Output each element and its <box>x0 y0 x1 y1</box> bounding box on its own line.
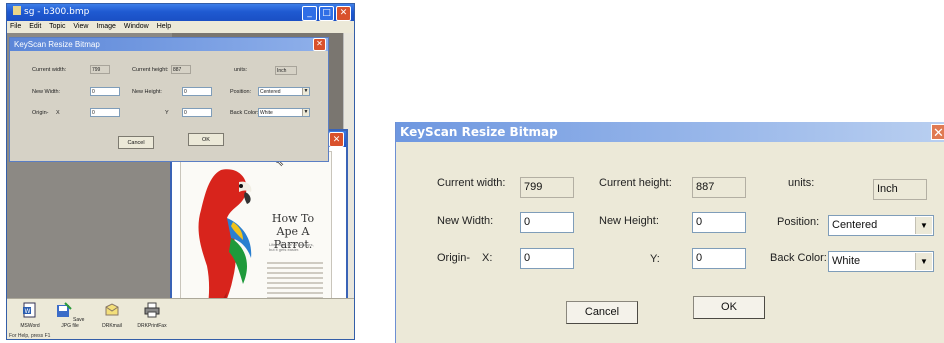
mini-position-label: Position: <box>230 89 252 95</box>
close-icon[interactable]: ✕ <box>336 6 351 21</box>
menu-topic[interactable]: Topic <box>49 23 65 30</box>
mini-resize-dialog: KeyScan Resize Bitmap ✕ Current width: 7… <box>9 37 329 162</box>
menu-window[interactable]: Window <box>124 23 149 30</box>
origin-x-input[interactable]: 0 <box>520 248 574 269</box>
mini-position-value: Centered <box>260 89 281 95</box>
poster-subtitle: Life might be all scissors, but it gets … <box>269 242 314 252</box>
cancel-button[interactable]: Cancel <box>566 301 638 324</box>
mini-new-width-label: New Width: <box>32 89 61 95</box>
position-label: Position: <box>777 216 820 228</box>
back-color-label: Back Color: <box>770 252 827 264</box>
mini-back-color-dropdown-icon[interactable]: ▼ <box>302 109 309 116</box>
mini-new-height-input[interactable]: 0 <box>182 87 212 96</box>
mini-back-color-label: Back Color: <box>230 110 259 116</box>
mini-units-label: units: <box>234 67 248 73</box>
current-width-value: 799 <box>520 177 574 198</box>
mini-dialog-title: KeyScan Resize Bitmap <box>14 40 100 49</box>
units-value: Inch <box>873 179 927 200</box>
position-dropdown-icon[interactable]: ▼ <box>915 217 932 234</box>
app-titlebar: sg - b300.bmp _ □ ✕ <box>7 4 354 21</box>
origin-y-label: Y: <box>650 253 660 265</box>
mini-new-height-label: New Height: <box>132 89 162 95</box>
print-fax-icon <box>144 302 160 318</box>
toolbar-item-drkmail[interactable]: DRKmail <box>95 302 129 329</box>
mini-dialog-close-icon[interactable]: ✕ <box>313 38 326 51</box>
menu-bar: File Edit Topic View Image Window Help <box>7 21 354 33</box>
menu-file[interactable]: File <box>10 23 21 30</box>
mini-current-height-label: Current height: <box>132 67 169 73</box>
mini-position-dropdown-icon[interactable]: ▼ <box>302 88 309 95</box>
mini-origin-label: Origin- <box>32 110 49 116</box>
dialog-close-icon[interactable]: ✕ <box>931 124 944 140</box>
bottom-toolbar: W MSWord Save JPG file DRKmail DRKPrintF… <box>7 298 354 339</box>
position-select[interactable]: Centered ▼ <box>828 215 934 236</box>
mini-current-width-label: Current width: <box>32 67 67 73</box>
resize-bitmap-dialog: KeyScan Resize Bitmap ✕ Current width: 7… <box>395 122 944 343</box>
mini-position-select[interactable]: Centered ▼ <box>258 87 310 96</box>
maximize-icon[interactable]: □ <box>319 6 334 21</box>
mini-x-label: X <box>56 110 60 116</box>
mini-back-color-value: White <box>260 110 273 116</box>
mini-ok-button[interactable]: OK <box>188 133 224 146</box>
new-height-label: New Height: <box>599 215 659 227</box>
app-title-text: sg - b300.bmp <box>24 7 90 17</box>
svg-text:W: W <box>25 308 31 315</box>
toolbar-label-save-jpg: Save JPG file <box>61 317 85 329</box>
units-label: units: <box>788 177 815 189</box>
toolbar-label-drkmail: DRKmail <box>102 323 122 329</box>
current-height-value: 887 <box>692 177 746 198</box>
back-color-select[interactable]: White ▼ <box>828 251 934 272</box>
position-value: Centered <box>832 219 878 231</box>
dialog-titlebar: KeyScan Resize Bitmap <box>396 122 944 142</box>
origin-y-input[interactable]: 0 <box>692 248 746 269</box>
word-doc-icon: W <box>23 302 36 318</box>
back-color-value: White <box>832 255 861 267</box>
document-close-icon[interactable]: ✕ <box>329 132 344 147</box>
mini-origin-y-input[interactable]: 0 <box>182 108 212 117</box>
new-width-input[interactable]: 0 <box>520 212 574 233</box>
mini-dialog-titlebar: KeyScan Resize Bitmap ✕ <box>10 38 328 51</box>
menu-help[interactable]: Help <box>157 23 171 30</box>
origin-label: Origin- <box>437 252 471 264</box>
mini-current-width-value: 799 <box>90 65 110 74</box>
new-height-input[interactable]: 0 <box>692 212 746 233</box>
toolbar-item-save-jpg[interactable]: Save JPG file <box>53 302 87 329</box>
toolbar-item-drkprintfax[interactable]: DRKPrintFax <box>135 302 169 329</box>
back-color-dropdown-icon[interactable]: ▼ <box>915 253 932 270</box>
menu-image[interactable]: Image <box>96 23 115 30</box>
toolbar-label-msword: MSWord <box>20 323 40 329</box>
new-width-label: New Width: <box>437 215 494 227</box>
email-icon <box>105 303 119 316</box>
menu-view[interactable]: View <box>73 23 88 30</box>
app-window: sg - b300.bmp _ □ ✕ File Edit Topic View… <box>6 3 355 340</box>
status-bar-text: For Help, press F1 <box>9 333 51 339</box>
menu-edit[interactable]: Edit <box>29 23 41 30</box>
app-logo-icon <box>13 6 21 15</box>
mini-back-color-select[interactable]: White ▼ <box>258 108 310 117</box>
save-jpg-icon <box>56 302 72 317</box>
current-height-label: Current height: <box>599 177 672 189</box>
mini-units-value: Inch <box>275 66 297 75</box>
minimize-icon[interactable]: _ <box>302 6 317 21</box>
mini-origin-x-input[interactable]: 0 <box>90 108 120 117</box>
ok-button[interactable]: OK <box>693 296 765 319</box>
mini-new-width-input[interactable]: 0 <box>90 87 120 96</box>
toolbar-item-msword[interactable]: W MSWord <box>13 302 47 329</box>
current-width-label: Current width: <box>437 177 506 189</box>
mini-current-height-value: 887 <box>171 65 191 74</box>
mini-y-label: Y <box>165 110 169 116</box>
mini-cancel-button[interactable]: Cancel <box>118 136 154 149</box>
toolbar-label-drkprintfax: DRKPrintFax <box>137 323 167 329</box>
origin-x-label: X: <box>482 252 493 264</box>
dialog-title: KeyScan Resize Bitmap <box>400 125 558 139</box>
